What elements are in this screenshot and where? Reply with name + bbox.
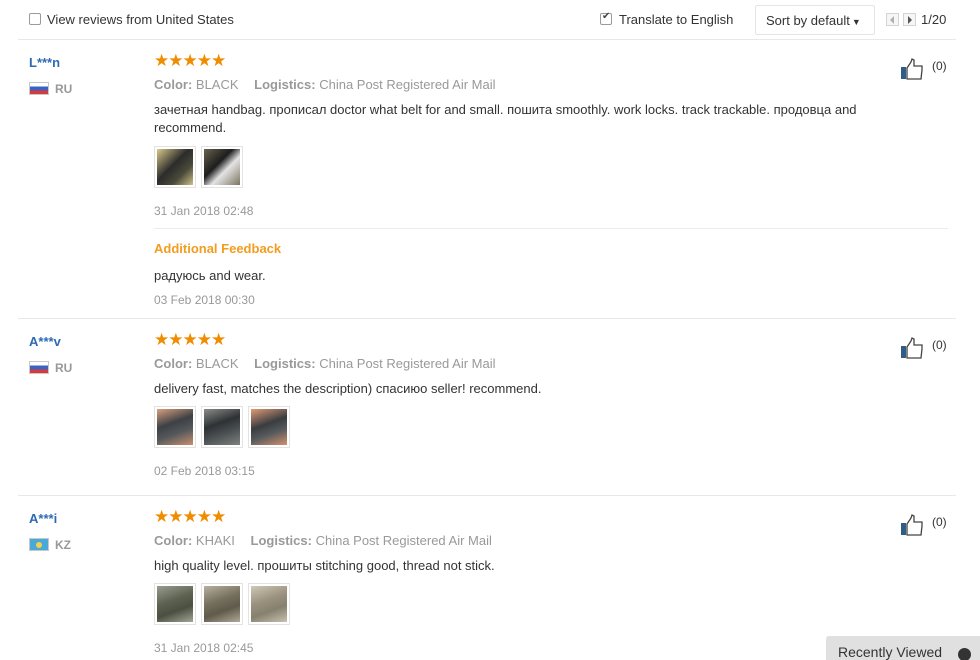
color-label: Color:	[154, 77, 193, 92]
reviewer-country: RU	[55, 361, 73, 375]
logistics-value: China Post Registered Air Mail	[315, 533, 492, 548]
review-photos	[154, 406, 295, 448]
review-photo-thumbnail[interactable]	[201, 146, 243, 188]
review-photo-thumbnail[interactable]	[201, 583, 243, 625]
next-page-button[interactable]	[903, 13, 916, 26]
recently-viewed-tab[interactable]: Recently Viewed	[826, 636, 980, 660]
review-text: delivery fast, matches the description) …	[154, 381, 542, 396]
flag-icon	[29, 538, 49, 551]
page-indicator: 1/20	[921, 12, 947, 27]
additional-feedback-title: Additional Feedback	[154, 241, 282, 256]
logistics-value: China Post Registered Air Mail	[319, 356, 496, 371]
color-value: KHAKI	[195, 533, 235, 548]
like-count: (0)	[932, 515, 947, 529]
flag-icon	[29, 361, 49, 374]
review-text: зачетная handbag. прописал doctor what b…	[154, 102, 857, 135]
view-reviews-checkbox[interactable]	[29, 13, 41, 25]
translate-label[interactable]: Translate to English	[619, 12, 733, 27]
color-label: Color:	[154, 356, 193, 371]
recently-viewed-label: Recently Viewed	[838, 644, 943, 660]
flag-icon	[29, 82, 49, 95]
color-value: BLACK	[195, 77, 239, 92]
collapse-icon[interactable]	[958, 648, 971, 660]
review-item: A***i KZ ★★★★★ Color: KHAKI Logistics: C…	[18, 507, 956, 660]
reviewer-country: KZ	[55, 538, 71, 552]
review-date: 31 Jan 2018 02:48	[154, 204, 254, 218]
like-count: (0)	[932, 338, 947, 352]
logistics-label: Logistics:	[250, 533, 312, 548]
thumbs-up-icon[interactable]	[900, 514, 924, 536]
star-rating: ★★★★★	[154, 507, 226, 526]
like-count: (0)	[932, 59, 947, 73]
review-date: 02 Feb 2018 03:15	[154, 464, 255, 478]
thumbs-up-icon[interactable]	[900, 337, 924, 359]
review-meta: Color: BLACK Logistics: China Post Regis…	[154, 356, 496, 371]
review-photo-thumbnail[interactable]	[248, 406, 290, 448]
review-photo-thumbnail[interactable]	[154, 583, 196, 625]
color-value: BLACK	[195, 356, 239, 371]
chevron-down-icon: ▼	[851, 17, 861, 27]
review-meta: Color: KHAKI Logistics: China Post Regis…	[154, 533, 492, 548]
view-reviews-label[interactable]: View reviews from United States	[47, 12, 234, 27]
review-text: high quality level. прошиты stitching go…	[154, 558, 495, 573]
reviewer-name[interactable]: L***n	[29, 55, 60, 70]
additional-feedback-text: радуюсь and wear.	[154, 268, 266, 283]
review-photo-thumbnail[interactable]	[154, 146, 196, 188]
review-date: 31 Jan 2018 02:45	[154, 641, 254, 655]
sort-dropdown-label: Sort by default	[766, 13, 850, 28]
sort-dropdown[interactable]: Sort by default ▼	[755, 5, 875, 35]
review-photos	[154, 583, 295, 625]
prev-page-button[interactable]	[886, 13, 899, 26]
additional-feedback-date: 03 Feb 2018 00:30	[154, 293, 255, 307]
reviewer-name[interactable]: A***v	[29, 334, 61, 349]
review-item: A***v RU ★★★★★ Color: BLACK Logistics: C…	[18, 330, 956, 496]
review-photos	[154, 146, 248, 188]
review-item: L***n RU ★★★★★ Color: BLACK Logistics: C…	[18, 51, 956, 319]
color-label: Color:	[154, 533, 193, 548]
reviewer-country: RU	[55, 82, 73, 96]
thumbs-up-icon[interactable]	[900, 58, 924, 80]
review-photo-thumbnail[interactable]	[201, 406, 243, 448]
divider	[154, 228, 948, 229]
logistics-label: Logistics:	[254, 77, 316, 92]
logistics-label: Logistics:	[254, 356, 316, 371]
star-rating: ★★★★★	[154, 330, 226, 349]
star-rating: ★★★★★	[154, 51, 226, 70]
reviewer-name[interactable]: A***i	[29, 511, 57, 526]
logistics-value: China Post Registered Air Mail	[319, 77, 496, 92]
review-photo-thumbnail[interactable]	[248, 583, 290, 625]
review-meta: Color: BLACK Logistics: China Post Regis…	[154, 77, 496, 92]
review-photo-thumbnail[interactable]	[154, 406, 196, 448]
translate-checkbox[interactable]	[600, 11, 612, 25]
review-filter-bar: View reviews from United States Translat…	[18, 0, 956, 40]
